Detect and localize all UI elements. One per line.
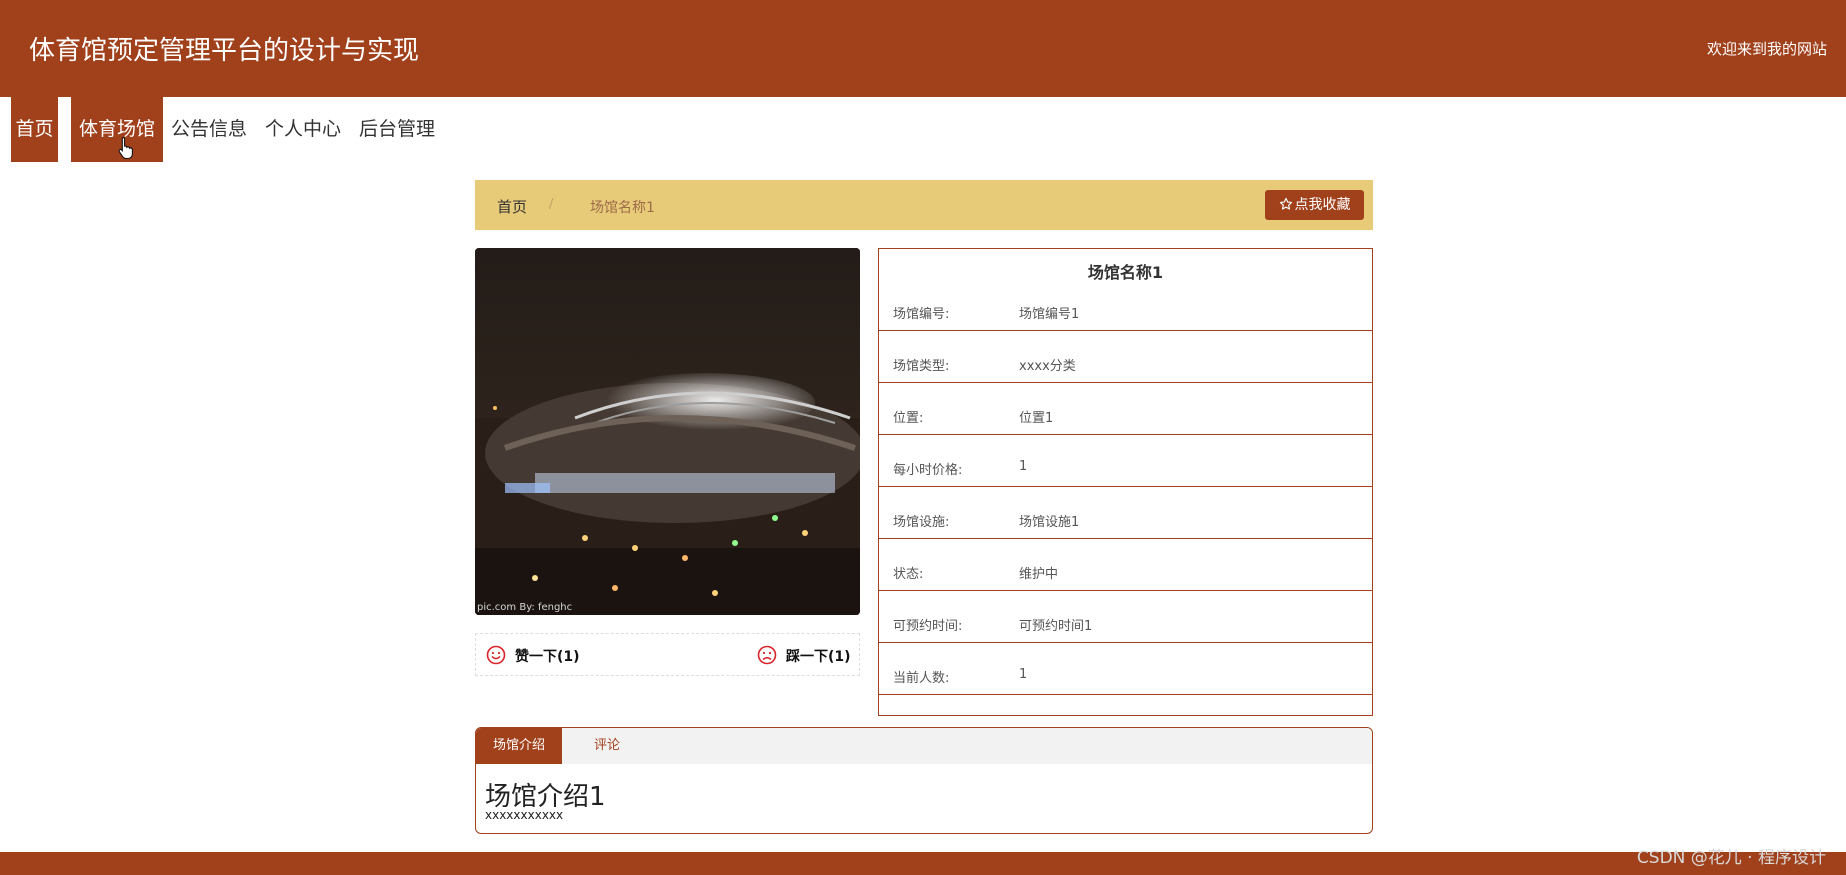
tab-strip: 场馆介绍 评论 <box>476 728 1372 764</box>
top-header: 体育馆预定管理平台的设计与实现 欢迎来到我的网站 <box>0 0 1846 97</box>
breadcrumb: 首页 / 场馆名称1 点我收藏 <box>475 180 1373 230</box>
detail-row-facilities: 场馆设施: 场馆设施1 <box>879 487 1372 539</box>
detail-row-available-time: 可预约时间: 可预约时间1 <box>879 591 1372 643</box>
detail-row-hourly-price: 每小时价格: 1 <box>879 435 1372 487</box>
detail-row-status: 状态: 维护中 <box>879 539 1372 591</box>
detail-key: 可预约时间: <box>893 619 963 634</box>
photo-watermark: pic.com By: fenghc <box>477 602 573 613</box>
detail-key: 当前人数: <box>893 671 950 686</box>
venue-tabs: 场馆介绍 评论 场馆介绍1 xxxxxxxxxxx <box>475 727 1373 834</box>
detail-key: 场馆类型: <box>893 359 950 374</box>
detail-value: xxxx分类 <box>1019 359 1076 374</box>
nav-item-personal-center[interactable]: 个人中心 <box>265 97 341 162</box>
smile-face-icon <box>486 645 506 665</box>
detail-row-venue-type: 场馆类型: xxxx分类 <box>879 331 1372 383</box>
like-label: 赞一下(1) <box>515 649 580 665</box>
breadcrumb-home-link[interactable]: 首页 <box>497 196 527 217</box>
stadium-night-image <box>475 248 860 615</box>
tab-comments[interactable]: 评论 <box>562 728 652 764</box>
breadcrumb-separator: / <box>549 197 554 212</box>
dislike-label: 踩一下(1) <box>786 649 851 665</box>
detail-row-location: 位置: 位置1 <box>879 383 1372 435</box>
venue-photo: pic.com By: fenghc <box>475 248 860 615</box>
hand-cursor-icon <box>118 136 133 160</box>
detail-value: 1 <box>1019 459 1028 474</box>
csdn-watermark: CSDN @花儿 · 程序设计 <box>1636 848 1826 868</box>
detail-key: 状态: <box>893 567 924 582</box>
sad-face-icon <box>757 645 777 665</box>
detail-value: 场馆编号1 <box>1019 307 1080 322</box>
star-outline-icon <box>1279 197 1292 210</box>
detail-value: 维护中 <box>1019 567 1059 582</box>
venue-details-panel: 场馆名称1 场馆编号: 场馆编号1 场馆类型: xxxx分类 位置: 位置1 每… <box>878 248 1373 716</box>
detail-key: 每小时价格: <box>893 463 963 478</box>
like-button[interactable]: 赞一下(1) <box>486 645 596 665</box>
detail-key: 场馆编号: <box>893 307 950 322</box>
welcome-text: 欢迎来到我的网站 <box>1706 40 1827 58</box>
tab-venue-intro[interactable]: 场馆介绍 <box>476 728 562 764</box>
nav-item-announcements[interactable]: 公告信息 <box>171 97 247 162</box>
nav-item-home[interactable]: 首页 <box>11 97 58 162</box>
footer-bar <box>0 852 1846 875</box>
favorite-button[interactable]: 点我收藏 <box>1265 190 1364 220</box>
dislike-button[interactable]: 踩一下(1) <box>757 645 857 665</box>
favorite-button-label: 点我收藏 <box>1294 197 1351 213</box>
nav-item-venues[interactable]: 体育场馆 <box>71 97 163 162</box>
detail-value: 1 <box>1019 667 1028 682</box>
detail-key: 位置: <box>893 411 924 426</box>
site-title: 体育馆预定管理平台的设计与实现 <box>29 36 420 66</box>
breadcrumb-current: 场馆名称1 <box>590 200 655 216</box>
detail-row-current-people: 当前人数: 1 <box>879 643 1372 695</box>
nav-item-admin[interactable]: 后台管理 <box>359 97 435 162</box>
detail-value: 位置1 <box>1019 411 1054 426</box>
intro-body: xxxxxxxxxxx <box>485 808 564 822</box>
detail-value: 场馆设施1 <box>1019 515 1080 530</box>
detail-key: 场馆设施: <box>893 515 950 530</box>
vote-bar: 赞一下(1) 踩一下(1) <box>475 633 860 676</box>
detail-value: 可预约时间1 <box>1019 619 1093 634</box>
detail-row-venue-number: 场馆编号: 场馆编号1 <box>879 279 1372 331</box>
